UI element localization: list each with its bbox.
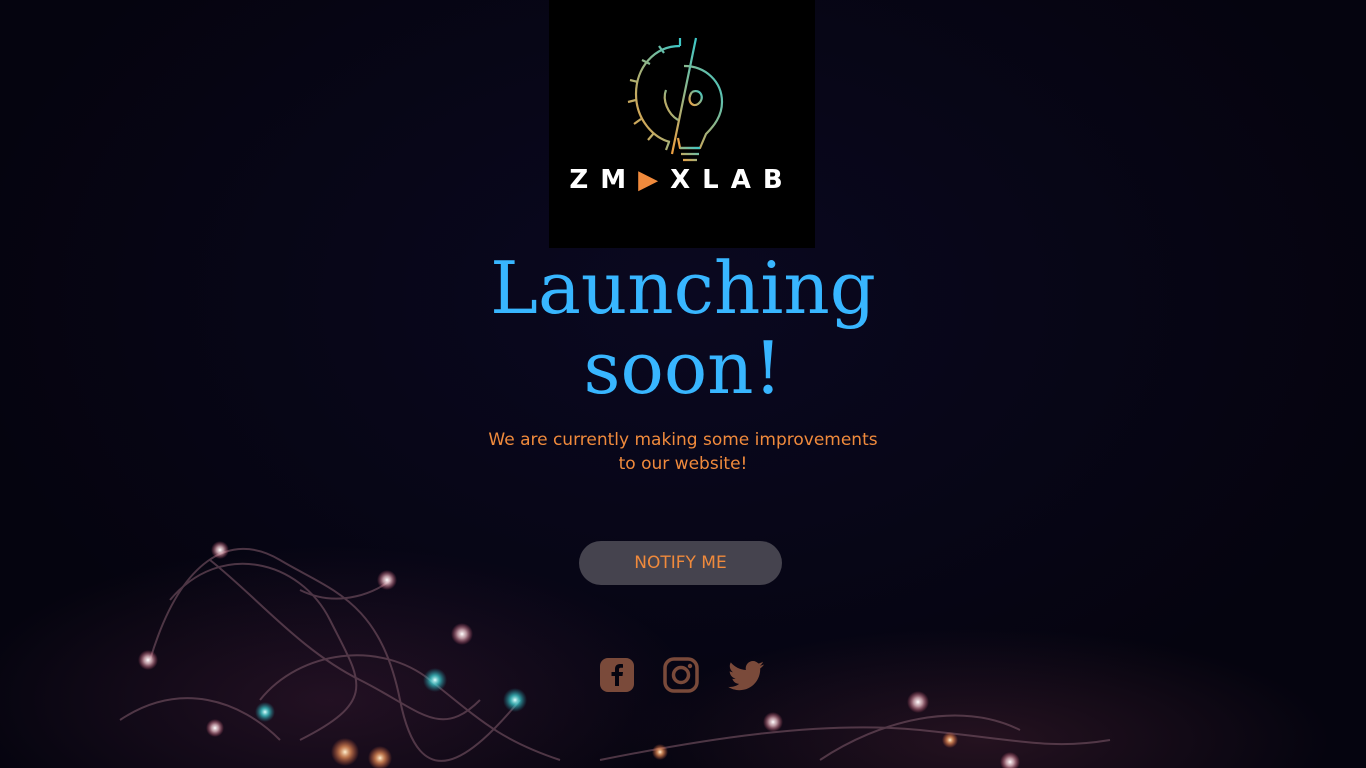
play-triangle-icon: ▶ <box>638 165 671 195</box>
status-message: We are currently making some improvement… <box>488 430 878 474</box>
facebook-icon <box>600 658 634 692</box>
gear-lightbulb-icon <box>627 37 724 162</box>
twitter-link[interactable] <box>727 656 765 694</box>
brand-name-part2: XLAB <box>670 165 795 195</box>
facebook-link[interactable] <box>598 656 636 694</box>
coming-soon-page: ZM▶XLAB Launching soon! We are currently… <box>0 0 1366 768</box>
page-title: Launching soon! <box>490 246 876 410</box>
brand-wordmark: ZM▶XLAB <box>549 160 815 200</box>
instagram-link[interactable] <box>662 656 700 694</box>
twitter-icon <box>728 661 764 691</box>
notify-me-button[interactable]: NOTIFY ME <box>579 541 782 585</box>
instagram-icon <box>663 657 699 693</box>
brand-name-part1: ZM <box>569 165 639 195</box>
